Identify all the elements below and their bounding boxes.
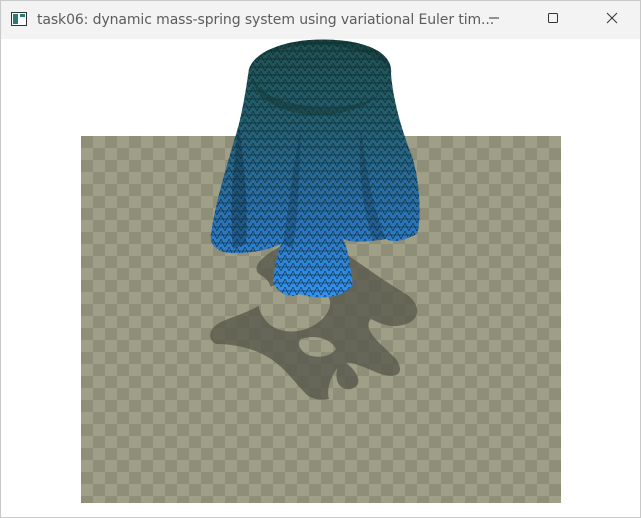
title-bar[interactable]: task06: dynamic mass-spring system using… (1, 1, 640, 39)
window-title: task06: dynamic mass-spring system using… (37, 12, 495, 28)
close-button[interactable] (589, 1, 635, 39)
render-viewport[interactable] (1, 39, 640, 517)
app-window-icon (11, 12, 27, 26)
minimize-icon (488, 11, 500, 29)
maximize-icon (547, 11, 559, 29)
minimize-button[interactable] (471, 1, 517, 39)
maximize-button[interactable] (530, 1, 576, 39)
close-icon (606, 11, 618, 29)
simulation-scene (81, 39, 561, 503)
app-window: task06: dynamic mass-spring system using… (0, 0, 641, 518)
